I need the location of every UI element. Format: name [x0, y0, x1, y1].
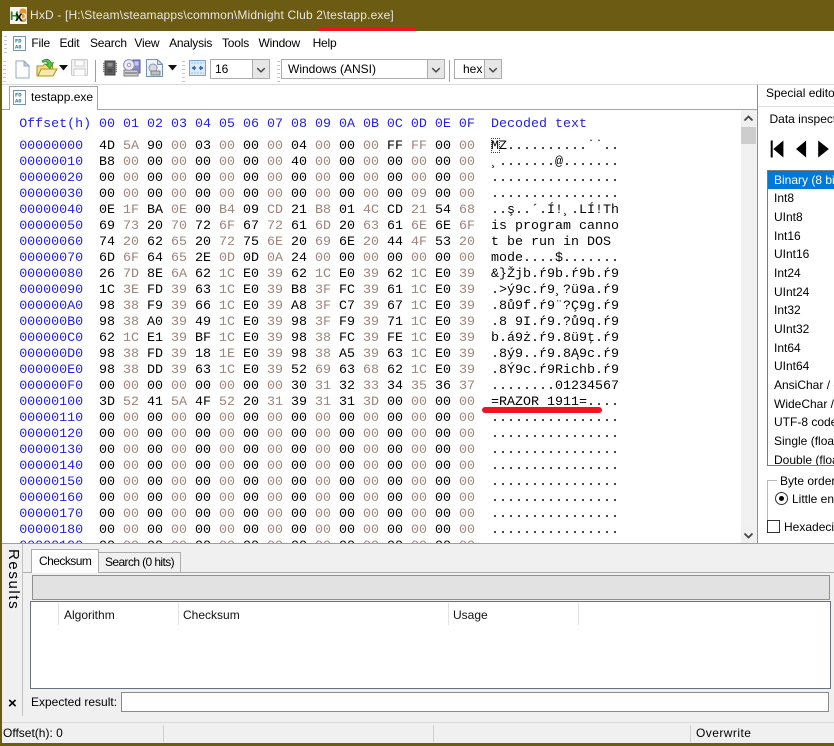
svg-text:x: x	[15, 8, 23, 24]
svg-text:A0: A0	[15, 44, 22, 51]
svg-text:A0: A0	[15, 98, 22, 105]
